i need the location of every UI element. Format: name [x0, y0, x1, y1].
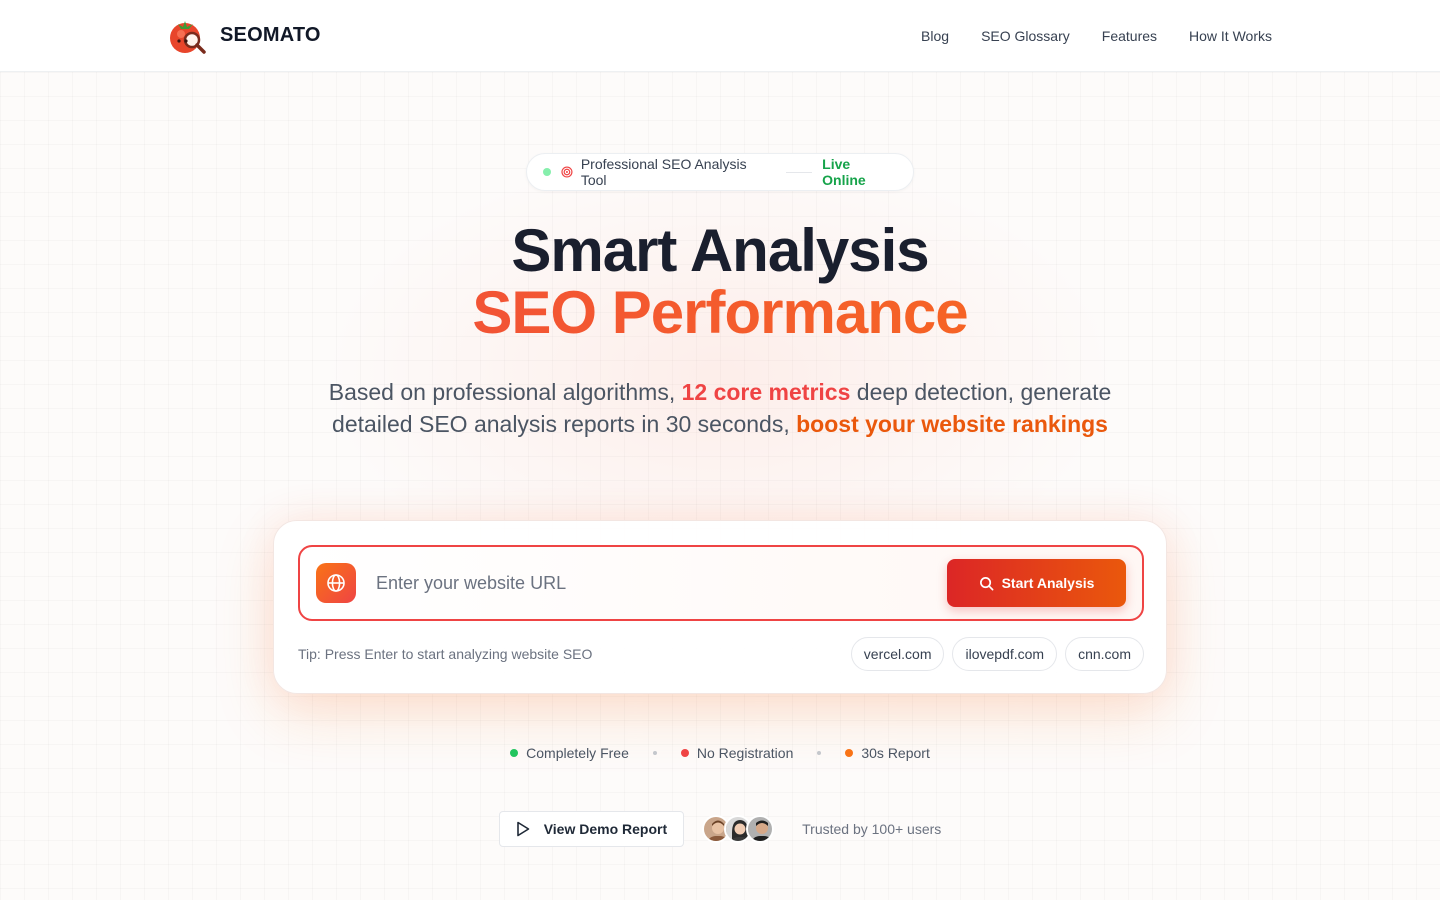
feature-item: No Registration — [680, 745, 794, 761]
url-input[interactable] — [376, 563, 947, 603]
search-icon — [979, 576, 993, 590]
brand-name: SEOMATO — [220, 24, 321, 46]
example-sites: vercel.com ilovepdf.com cnn.com — [850, 637, 1144, 671]
tomato-logo-icon — [170, 20, 206, 54]
nav-seo-glossary[interactable]: SEO Glossary — [981, 28, 1070, 44]
main-nav: Blog SEO Glossary Features How It Works — [921, 28, 1272, 44]
subtitle-highlight-metrics: 12 core metrics — [681, 379, 851, 405]
feature-separator — [652, 751, 657, 755]
play-icon — [516, 821, 529, 837]
top-navbar: SEOMATO Blog SEO Glossary Features How I… — [0, 0, 1440, 72]
globe-icon-badge — [316, 563, 356, 603]
status-badge: Professional SEO Analysis Tool Live Onli… — [526, 153, 914, 191]
view-demo-report-label: View Demo Report — [543, 821, 668, 837]
subtitle-part1: Based on professional algorithms, — [328, 379, 682, 405]
feature-label: Completely Free — [526, 745, 629, 761]
feature-label: No Registration — [696, 745, 794, 761]
hero-title-line1: Smart Analysis — [511, 217, 929, 284]
example-site-chip[interactable]: vercel.com — [850, 637, 945, 671]
feature-dot — [845, 749, 854, 757]
feature-list: Completely Free No Registration 30s Repo… — [0, 742, 1440, 764]
trusted-by-text: Trusted by 100+ users — [802, 821, 942, 837]
feature-separator — [817, 751, 822, 755]
hero-title-line2: SEO Performance — [0, 282, 1440, 344]
start-analysis-label: Start Analysis — [1001, 575, 1095, 591]
hero-subtitle: Based on professional algorithms, 12 cor… — [320, 376, 1120, 440]
hero-title: Smart Analysis SEO Performance — [0, 220, 1440, 344]
globe-icon — [327, 574, 345, 592]
feature-label: 30s Report — [861, 745, 930, 761]
live-status: Live Online — [822, 156, 866, 188]
feature-dot — [680, 749, 689, 757]
start-analysis-button[interactable]: Start Analysis — [947, 559, 1126, 607]
badge-text: Professional SEO Analysis Tool — [580, 156, 747, 188]
nav-features[interactable]: Features — [1102, 28, 1157, 44]
subtitle-highlight-rankings: boost your website rankings — [796, 411, 1108, 437]
bottom-actions: View Demo Report Trusted by 100+ users — [0, 811, 1440, 847]
search-card-footer: Tip: Press Enter to start analyzing webs… — [298, 637, 1144, 671]
search-card: Start Analysis Tip: Press Enter to start… — [273, 520, 1167, 694]
url-search-box: Start Analysis — [298, 545, 1144, 621]
brand[interactable]: SEOMATO — [166, 16, 321, 56]
target-icon — [561, 166, 573, 178]
nav-how-it-works[interactable]: How It Works — [1189, 28, 1272, 44]
badge-divider — [786, 171, 813, 173]
user-avatars — [702, 815, 775, 843]
status-dot — [543, 168, 551, 176]
avatar — [746, 815, 775, 843]
view-demo-report-button[interactable]: View Demo Report — [498, 811, 685, 847]
nav-blog[interactable]: Blog — [921, 28, 949, 44]
example-site-chip[interactable]: cnn.com — [1065, 637, 1144, 671]
search-tip: Tip: Press Enter to start analyzing webs… — [298, 646, 593, 662]
feature-item: 30s Report — [845, 745, 930, 761]
example-site-chip[interactable]: ilovepdf.com — [952, 637, 1058, 671]
feature-item: Completely Free — [510, 745, 629, 761]
feature-dot — [510, 749, 519, 757]
